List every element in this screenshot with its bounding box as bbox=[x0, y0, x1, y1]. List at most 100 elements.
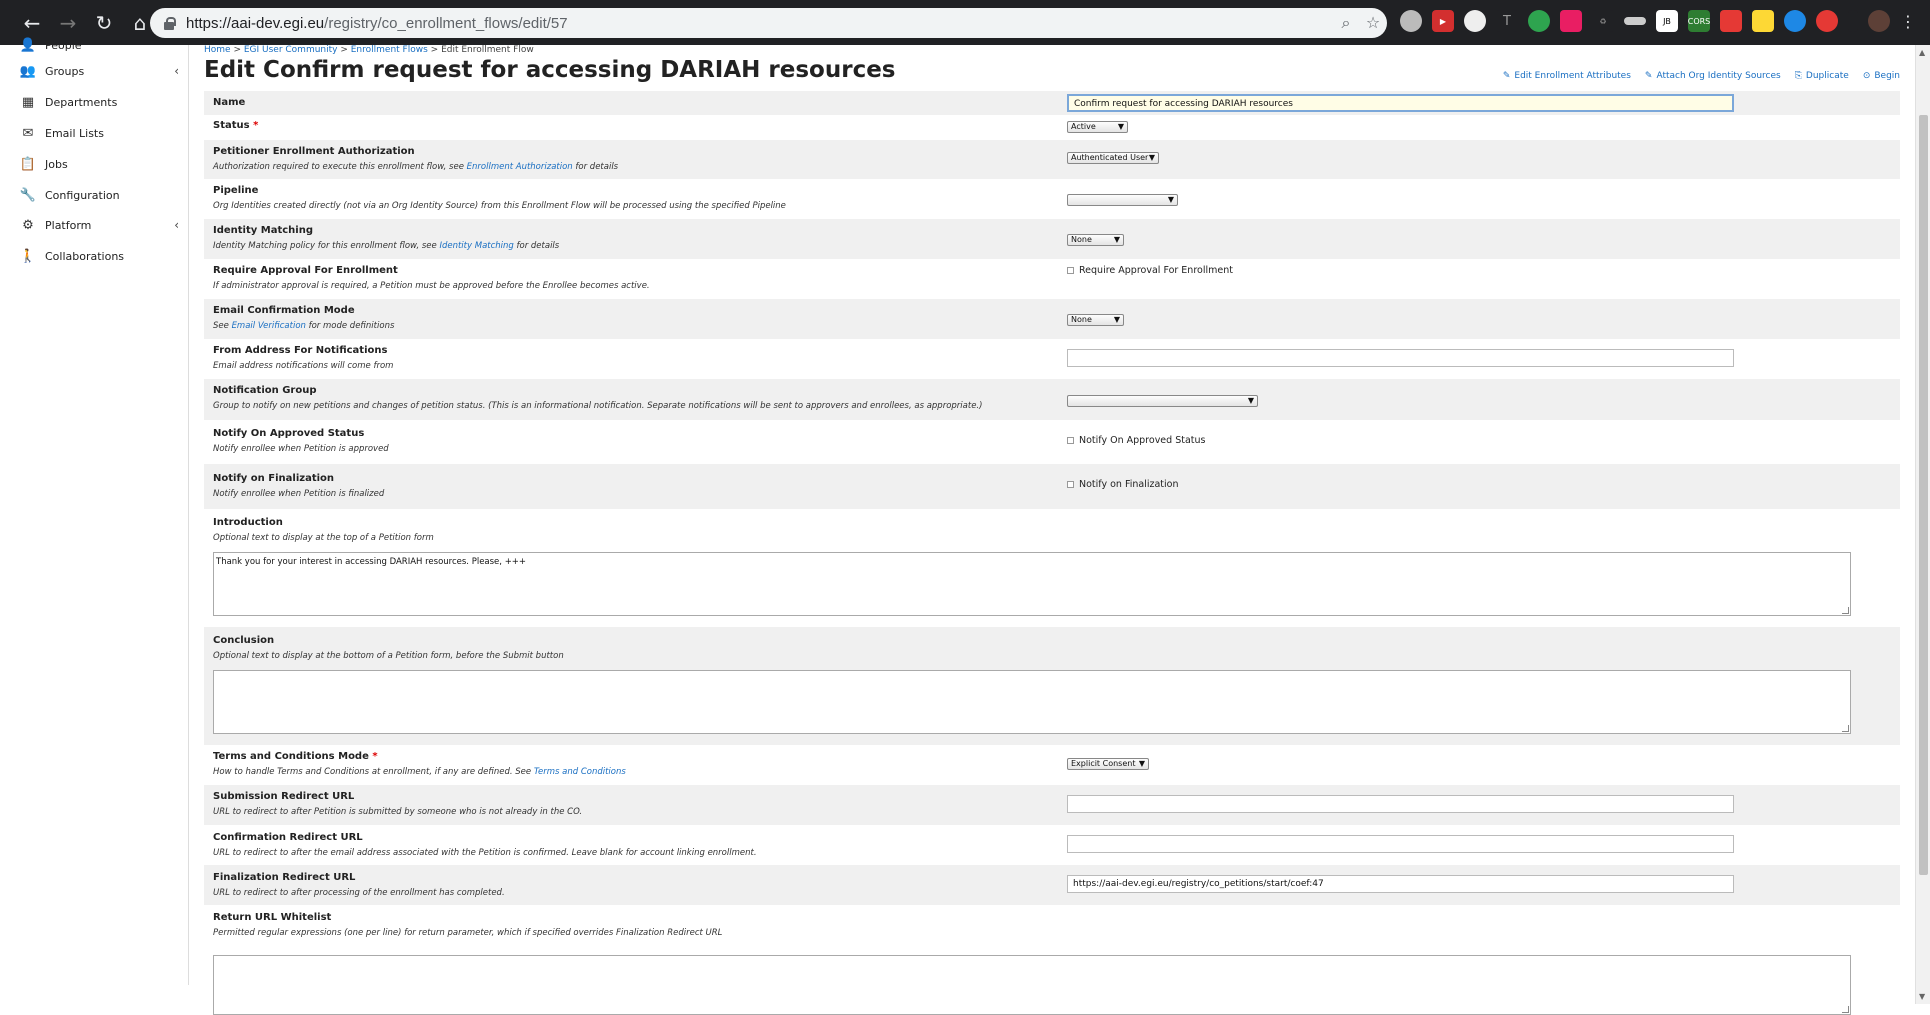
group-icon: 👥 bbox=[19, 63, 37, 79]
conclusion-textarea[interactable] bbox=[213, 670, 1851, 734]
field-description: URL to redirect to after the email addre… bbox=[213, 848, 757, 858]
checkbox[interactable] bbox=[1067, 437, 1074, 444]
return-whitelist-textarea[interactable] bbox=[213, 955, 1851, 1015]
sidebar-item-departments[interactable]: ▦ Departments bbox=[0, 90, 189, 114]
url-text: https://aai-dev.egi.eu/registry/co_enrol… bbox=[186, 14, 568, 32]
finalization-redirect-input[interactable]: https://aai-dev.egi.eu/registry/co_petit… bbox=[1067, 875, 1734, 893]
sidebar-item-configuration[interactable]: 🔧 Configuration bbox=[0, 183, 189, 207]
extensions-bar: ▶ T ♻ JB CORS bbox=[1400, 10, 1890, 32]
field-label: Confirmation Redirect URL bbox=[213, 832, 363, 843]
field-label: Name bbox=[213, 97, 246, 108]
checkbox[interactable] bbox=[1067, 267, 1074, 274]
pencil-icon: ✎ bbox=[1502, 71, 1511, 81]
pencil-icon: ✎ bbox=[1644, 71, 1653, 81]
extension-icon[interactable] bbox=[1624, 17, 1646, 25]
breadcrumb-current: Edit Enrollment Flow bbox=[441, 45, 534, 55]
extension-icon[interactable]: ▶ bbox=[1432, 10, 1454, 32]
field-description: Org Identities created directly (not via… bbox=[213, 201, 786, 211]
field-description: If administrator approval is required, a… bbox=[213, 281, 650, 291]
edit-attributes-link[interactable]: ✎ Edit Enrollment Attributes bbox=[1503, 71, 1631, 81]
identity-matching-link[interactable]: Identity Matching bbox=[439, 241, 513, 251]
bookmark-star-icon[interactable]: ☆ bbox=[1362, 12, 1384, 34]
field-petitioner-authorization: Petitioner Enrollment Authorization Auth… bbox=[204, 140, 1900, 179]
sidebar-item-jobs[interactable]: 📋 Jobs bbox=[0, 152, 189, 176]
notify-approved-checkbox[interactable]: Notify On Approved Status bbox=[1067, 435, 1205, 446]
field-label: Introduction bbox=[213, 517, 283, 528]
extension-icon[interactable] bbox=[1528, 10, 1550, 32]
breadcrumb-home-link[interactable]: Home bbox=[204, 45, 231, 55]
menu-icon[interactable]: ⋮ bbox=[1900, 12, 1916, 31]
field-conclusion: Conclusion Optional text to display at t… bbox=[204, 627, 1900, 745]
enrollment-authorization-link[interactable]: Enrollment Authorization bbox=[467, 162, 573, 172]
duplicate-link[interactable]: ⎘ Duplicate bbox=[1795, 71, 1849, 81]
begin-link[interactable]: ⊙ Begin bbox=[1863, 71, 1900, 81]
extension-icon[interactable] bbox=[1816, 10, 1838, 32]
terms-and-conditions-link[interactable]: Terms and Conditions bbox=[534, 767, 626, 777]
pipeline-select[interactable] bbox=[1067, 194, 1178, 206]
notify-finalization-checkbox[interactable]: Notify on Finalization bbox=[1067, 479, 1179, 490]
notification-group-select[interactable] bbox=[1067, 395, 1258, 407]
sidebar-item-groups[interactable]: 👥 Groups ‹ bbox=[0, 59, 189, 83]
introduction-textarea[interactable]: Thank you for your interest in accessing… bbox=[213, 552, 1851, 616]
page-title: Edit Confirm request for accessing DARIA… bbox=[204, 57, 896, 83]
email-verification-link[interactable]: Email Verification bbox=[232, 321, 306, 331]
sidebar-item-collaborations[interactable]: 🚶 Collaborations bbox=[0, 244, 189, 268]
building-icon: ▦ bbox=[21, 94, 35, 110]
field-description: Notify enrollee when Petition is finaliz… bbox=[213, 489, 385, 499]
extension-icon[interactable] bbox=[1752, 10, 1774, 32]
breadcrumb-flows-link[interactable]: Enrollment Flows bbox=[351, 45, 428, 55]
extension-icon[interactable]: T bbox=[1496, 10, 1518, 32]
extension-icon[interactable] bbox=[1784, 10, 1806, 32]
extension-icon[interactable] bbox=[1400, 10, 1422, 32]
status-select[interactable]: Active bbox=[1067, 121, 1128, 133]
sidebar-item-people[interactable]: 👤 People bbox=[0, 33, 189, 57]
action-links: ✎ Edit Enrollment Attributes ✎ Attach Org … bbox=[1503, 71, 1900, 81]
scroll-down-icon[interactable]: ▼ bbox=[1919, 992, 1925, 1001]
extension-icon[interactable] bbox=[1560, 10, 1582, 32]
confirmation-redirect-input[interactable] bbox=[1067, 835, 1734, 853]
field-label: Finalization Redirect URL bbox=[213, 872, 356, 883]
address-bar[interactable]: https://aai-dev.egi.eu/registry/co_enrol… bbox=[150, 8, 1387, 38]
petitioner-select[interactable]: Authenticated User bbox=[1067, 152, 1159, 164]
sidebar-item-platform[interactable]: ⚙ Platform ‹ bbox=[0, 213, 189, 237]
field-label: Notification Group bbox=[213, 385, 317, 396]
field-description: Notify enrollee when Petition is approve… bbox=[213, 444, 389, 454]
terms-mode-select[interactable]: Explicit Consent bbox=[1067, 758, 1149, 770]
submission-redirect-input[interactable] bbox=[1067, 795, 1734, 813]
identity-matching-select[interactable]: None bbox=[1067, 234, 1124, 246]
field-name: Name Confirm request for accessing DARIA… bbox=[204, 91, 1900, 115]
extension-icon[interactable] bbox=[1720, 10, 1742, 32]
email-confirmation-select[interactable]: None bbox=[1067, 314, 1124, 326]
checkbox[interactable] bbox=[1067, 481, 1074, 488]
envelope-icon: ✉ bbox=[22, 125, 34, 141]
breadcrumb-community-link[interactable]: EGI User Community bbox=[244, 45, 338, 55]
field-require-approval: Require Approval For Enrollment If admin… bbox=[204, 259, 1900, 299]
extension-icon[interactable] bbox=[1848, 10, 1858, 32]
sidebar: 👤 People 👥 Groups ‹ ▦ Departments ✉ Email Lis… bbox=[0, 38, 189, 985]
vertical-scrollbar[interactable]: ▲ ▼ bbox=[1915, 45, 1930, 1004]
field-label: Petitioner Enrollment Authorization bbox=[213, 146, 415, 157]
field-notification-group: Notification Group Group to notify on ne… bbox=[204, 379, 1900, 420]
scroll-up-icon[interactable]: ▲ bbox=[1919, 48, 1925, 57]
zoom-icon[interactable]: ⌕ bbox=[1335, 12, 1357, 34]
scrollbar-thumb[interactable] bbox=[1919, 115, 1928, 875]
extension-icon[interactable]: JB bbox=[1656, 10, 1678, 32]
field-label: Status * bbox=[213, 120, 259, 131]
attach-sources-link[interactable]: ✎ Attach Org Identity Sources bbox=[1645, 71, 1781, 81]
field-submission-redirect: Submission Redirect URL URL to redirect … bbox=[204, 785, 1900, 825]
field-label: Notify on Finalization bbox=[213, 473, 335, 484]
extension-icon[interactable] bbox=[1464, 10, 1486, 32]
chevron-left-icon: ‹ bbox=[174, 218, 179, 232]
field-label: Terms and Conditions Mode * bbox=[213, 751, 378, 762]
field-label: From Address For Notifications bbox=[213, 345, 388, 356]
profile-avatar[interactable] bbox=[1868, 10, 1890, 32]
from-address-input[interactable] bbox=[1067, 349, 1734, 367]
require-approval-checkbox[interactable]: Require Approval For Enrollment bbox=[1067, 265, 1233, 276]
name-input[interactable]: Confirm request for accessing DARIAH res… bbox=[1067, 94, 1734, 112]
field-label: Submission Redirect URL bbox=[213, 791, 355, 802]
extension-icon[interactable]: CORS bbox=[1688, 10, 1710, 32]
field-description: Optional text to display at the bottom o… bbox=[213, 651, 564, 661]
sidebar-item-email-lists[interactable]: ✉ Email Lists bbox=[0, 121, 189, 145]
extension-icon[interactable]: ♻ bbox=[1592, 10, 1614, 32]
copy-icon: ⎘ bbox=[1794, 71, 1802, 81]
